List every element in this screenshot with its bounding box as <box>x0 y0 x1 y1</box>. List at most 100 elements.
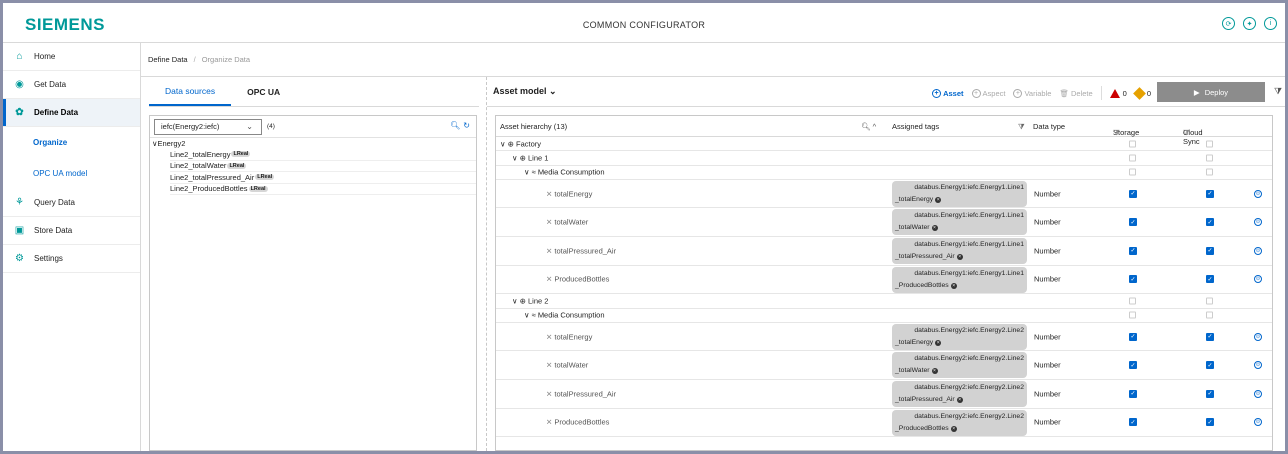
source-tag-item[interactable]: Line2_ProducedBottles LReal <box>170 184 476 195</box>
variable-node[interactable]: ✕ ProducedBottles <box>546 418 609 427</box>
storage-checkbox[interactable] <box>1129 297 1136 305</box>
cloud-sync-checkbox[interactable] <box>1206 140 1213 148</box>
tab-opc-ua[interactable]: OPC UA <box>231 77 296 106</box>
cloud-sync-checkbox[interactable]: ✓ <box>1206 389 1214 398</box>
storage-checkbox[interactable] <box>1129 168 1136 176</box>
cloud-sync-checkbox[interactable]: ✓ <box>1206 418 1214 427</box>
warning-indicator[interactable]: 0 <box>1132 86 1151 100</box>
storage-checkbox[interactable]: ✓ <box>1129 332 1137 341</box>
filter-icon[interactable]: ⧩ <box>1274 86 1282 97</box>
tree-node[interactable]: ∨ ⊕ Line 2 <box>512 296 548 305</box>
link-icon[interactable]: ⊙ <box>1254 332 1262 341</box>
storage-checkbox[interactable]: ✓ <box>1129 275 1137 284</box>
cloud-sync-checkbox[interactable]: ✓ <box>1206 246 1214 255</box>
remove-tag-icon[interactable]: × <box>935 196 942 203</box>
link-icon[interactable]: ⊙ <box>1254 361 1262 370</box>
table-row[interactable]: ∨ ⊕ Line 1 <box>496 151 1272 166</box>
table-row[interactable]: ∨ ⊕ Factory <box>496 137 1272 152</box>
table-row[interactable]: ✕ ProducedBottles databus.Energy1:iefc.En… <box>496 266 1272 295</box>
storage-checkbox[interactable] <box>1129 311 1136 319</box>
variable-node[interactable]: ✕ ProducedBottles <box>546 275 609 284</box>
add-aspect-button[interactable]: + Aspect <box>971 88 1005 98</box>
error-indicator[interactable]: 0 <box>1109 88 1127 98</box>
variable-node[interactable]: ✕ totalWater <box>546 218 588 227</box>
link-icon[interactable]: ⊙ <box>1254 246 1262 255</box>
variable-node[interactable]: ✕ totalEnergy <box>546 332 592 341</box>
table-row[interactable]: ✕ totalWater databus.Energy2:iefc.Energy2… <box>496 351 1272 381</box>
remove-tag-icon[interactable]: × <box>950 282 957 289</box>
variable-node[interactable]: ✕ totalEnergy <box>546 189 592 198</box>
cloud-sync-checkbox[interactable]: ✓ <box>1206 189 1214 198</box>
storage-checkbox[interactable]: ✓ <box>1129 246 1137 255</box>
storage-checkbox[interactable]: ✓ <box>1129 189 1137 198</box>
remove-tag-icon[interactable]: × <box>931 225 938 232</box>
sidebar-item-home[interactable]: ⌂ Home <box>3 43 140 71</box>
source-tag-item[interactable]: Line2_totalEnergy LReal <box>170 149 476 161</box>
storage-checkbox[interactable]: ✓ <box>1129 389 1137 398</box>
remove-tag-icon[interactable]: × <box>931 368 938 375</box>
tree-node[interactable]: ∨ ⊕ Factory <box>500 139 541 148</box>
search-icon[interactable]: 🔍︎ ^ <box>861 122 876 131</box>
plugin-icon[interactable]: ✦ <box>1243 17 1256 30</box>
remove-tag-icon[interactable]: × <box>950 425 957 432</box>
cloud-sync-checkbox[interactable]: ✓ <box>1206 361 1214 370</box>
sidebar-item-store-data[interactable]: ▣ Store Data <box>3 217 140 245</box>
table-row[interactable]: ✕ totalPressured_Air databus.Energy1:iefc… <box>496 237 1272 266</box>
table-row[interactable]: ✕ totalEnergy databus.Energy1:iefc.Energy… <box>496 180 1272 209</box>
table-row[interactable]: ∨ ⊕ Line 2 <box>496 294 1272 309</box>
panel-splitter[interactable] <box>486 77 487 451</box>
tab-data-sources[interactable]: Data sources <box>149 77 232 106</box>
info-icon[interactable]: i <box>1264 17 1277 30</box>
tree-node[interactable]: ∨ ⊕ Line 1 <box>512 153 548 162</box>
table-row[interactable]: ✕ ProducedBottles databus.Energy2:iefc.En… <box>496 409 1272 438</box>
asset-model-dropdown[interactable]: Asset model ⌄ <box>493 86 557 97</box>
cloud-sync-checkbox[interactable]: ✓ <box>1206 332 1214 341</box>
source-tag-item[interactable]: Line2_totalWater LReal <box>170 161 476 172</box>
search-icon[interactable]: 🔍︎ <box>450 121 460 130</box>
storage-checkbox[interactable]: ✓ <box>1129 361 1137 370</box>
cloud-sync-checkbox[interactable] <box>1206 311 1213 319</box>
assigned-tag-chip[interactable]: databus.Energy2:iefc.Energy2.Line2 _total… <box>892 323 1027 350</box>
assigned-tag-chip[interactable]: databus.Energy1:iefc.Energy1.Line1 _total… <box>892 209 1027 236</box>
add-asset-button[interactable]: + Asset <box>932 88 964 98</box>
storage-checkbox[interactable]: ✓ <box>1129 418 1137 427</box>
tree-node-energy2[interactable]: ∨ Energy2 <box>150 138 476 149</box>
filter-icon[interactable]: ⧩ <box>1018 122 1025 132</box>
variable-node[interactable]: ✕ totalWater <box>546 361 588 370</box>
assigned-tag-chip[interactable]: databus.Energy1:iefc.Energy1.Line1 _Produ… <box>892 266 1027 293</box>
sidebar-item-query-data[interactable]: ⚘ Query Data <box>3 189 140 217</box>
sidebar-subitem-organize[interactable]: Organize <box>3 127 140 158</box>
assigned-tag-chip[interactable]: databus.Energy1:iefc.Energy1.Line1 _total… <box>892 180 1027 207</box>
history-icon[interactable]: ⟳ <box>1222 17 1235 30</box>
assigned-tag-chip[interactable]: databus.Energy1:iefc.Energy1.Line1 _total… <box>892 238 1027 265</box>
storage-checkbox[interactable] <box>1129 154 1136 162</box>
assigned-tag-chip[interactable]: databus.Energy2:iefc.Energy2.Line2 _total… <box>892 381 1027 408</box>
source-tag-item[interactable]: Line2_totalPressured_Air LReal <box>170 172 476 184</box>
table-row[interactable]: ∨ ≈ Media Consumption <box>496 166 1272 180</box>
tree-node[interactable]: ∨ ≈ Media Consumption <box>524 311 605 320</box>
link-icon[interactable]: ⊙ <box>1254 418 1262 427</box>
source-select[interactable]: iefc(Energy2:iefc) ⌄ <box>154 118 262 135</box>
table-row[interactable]: ✕ totalEnergy databus.Energy2:iefc.Energy… <box>496 323 1272 352</box>
assigned-tag-chip[interactable]: databus.Energy2:iefc.Energy2.Line2 _Produ… <box>892 409 1027 436</box>
link-icon[interactable]: ⊙ <box>1254 189 1262 198</box>
cloud-sync-checkbox[interactable]: ✓ <box>1206 275 1214 284</box>
tree-node[interactable]: ∨ ≈ Media Consumption <box>524 168 605 177</box>
link-icon[interactable]: ⊙ <box>1254 218 1262 227</box>
storage-checkbox[interactable]: ✓ <box>1129 218 1137 227</box>
breadcrumb-item-define-data[interactable]: Define Data <box>148 55 188 64</box>
table-row[interactable]: ∨ ≈ Media Consumption <box>496 309 1272 323</box>
storage-checkbox[interactable] <box>1129 140 1136 148</box>
cloud-sync-checkbox[interactable] <box>1206 154 1213 162</box>
refresh-icon[interactable]: ↻ <box>463 121 470 130</box>
link-icon[interactable]: ⊙ <box>1254 389 1262 398</box>
sidebar-item-get-data[interactable]: ◉ Get Data <box>3 71 140 99</box>
sidebar-subitem-opc-ua-model[interactable]: OPC UA model <box>3 158 140 189</box>
cloud-sync-checkbox[interactable]: ✓ <box>1206 218 1214 227</box>
table-row[interactable]: ✕ totalPressured_Air databus.Energy2:iefc… <box>496 380 1272 409</box>
deploy-button[interactable]: ▶ Deploy <box>1157 82 1265 102</box>
variable-node[interactable]: ✕ totalPressured_Air <box>546 389 616 398</box>
assigned-tag-chip[interactable]: databus.Energy2:iefc.Energy2.Line2 _total… <box>892 352 1027 379</box>
delete-button[interactable]: 🗑︎ Delete <box>1059 89 1092 98</box>
table-row[interactable]: ✕ totalWater databus.Energy1:iefc.Energy1… <box>496 208 1272 238</box>
